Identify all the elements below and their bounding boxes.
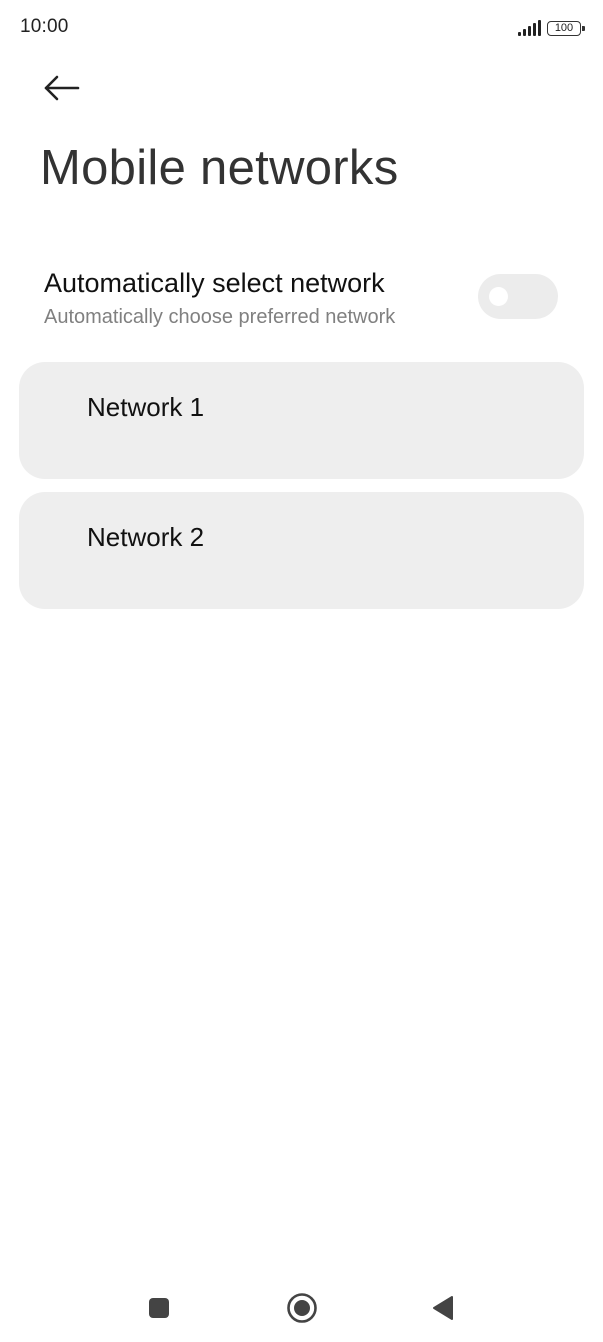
nav-back-button[interactable] bbox=[423, 1290, 463, 1326]
network-item-1[interactable]: Network 1 bbox=[19, 362, 584, 479]
auto-select-toggle[interactable] bbox=[478, 274, 558, 319]
battery-level: 100 bbox=[554, 21, 574, 34]
navigation-bar bbox=[0, 1272, 603, 1342]
battery-icon: 100 bbox=[547, 20, 585, 36]
network-label: Network 2 bbox=[87, 522, 205, 552]
network-item-2[interactable]: Network 2 bbox=[19, 492, 584, 609]
auto-select-subtitle: Automatically choose preferred network bbox=[44, 306, 396, 328]
back-triangle-icon bbox=[433, 1296, 453, 1320]
back-button[interactable] bbox=[36, 64, 88, 112]
status-bar: 10:00 100 bbox=[0, 0, 603, 56]
page-title: Mobile networks bbox=[40, 141, 399, 195]
toggle-knob bbox=[489, 287, 508, 306]
network-label: Network 1 bbox=[87, 392, 205, 422]
home-circle-icon bbox=[287, 1293, 317, 1323]
mobile-networks-screen: 10:00 100 Mobile networks Automatically … bbox=[0, 0, 603, 1342]
recents-square-icon bbox=[149, 1298, 169, 1318]
home-button[interactable] bbox=[282, 1290, 322, 1326]
recents-button[interactable] bbox=[139, 1290, 179, 1326]
auto-select-network-row[interactable]: Automatically select network Automatical… bbox=[0, 250, 603, 346]
status-icons: 100 bbox=[518, 18, 585, 38]
arrow-left-icon bbox=[44, 75, 80, 101]
auto-select-title: Automatically select network bbox=[44, 268, 385, 298]
signal-icon bbox=[518, 20, 541, 36]
status-time: 10:00 bbox=[20, 16, 69, 37]
